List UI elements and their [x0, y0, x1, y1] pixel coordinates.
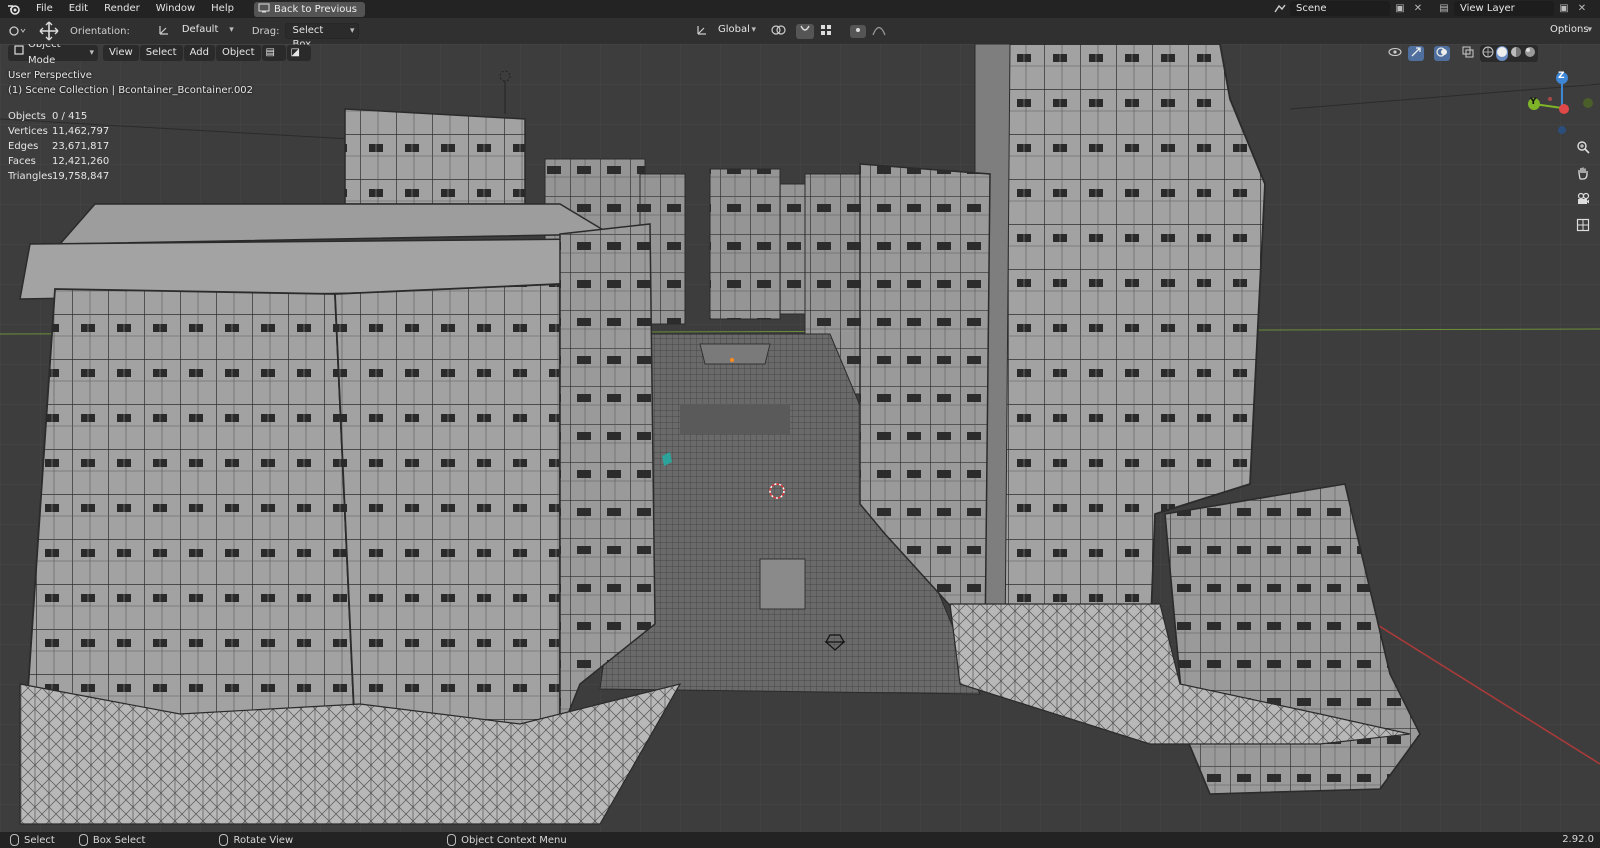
mouse-drag-icon — [78, 834, 88, 846]
view-layer-field[interactable]: View Layer — [1454, 1, 1554, 16]
proportional-menu-icon[interactable]: ◪ — [286, 45, 311, 61]
stat-row: Vertices 11,462,797 — [8, 126, 110, 137]
3d-viewport[interactable]: Object Mode View Select Add Object ▤ ◪ — [0, 44, 1600, 832]
viewport-menu-view[interactable]: View — [103, 45, 139, 61]
viewport-menu-add[interactable]: Add — [183, 45, 215, 61]
remove-view-layer-icon[interactable]: ✕ — [1574, 1, 1590, 16]
snap-toggle-icon[interactable] — [796, 24, 814, 39]
collection-label: (1) Scene Collection | Bcontainer_Bconta… — [8, 85, 254, 96]
blender-logo-icon[interactable] — [0, 0, 28, 18]
mouse-middle-icon — [219, 834, 229, 846]
pan-hand-icon[interactable] — [1572, 162, 1594, 184]
snap-target-icon[interactable] — [820, 24, 834, 39]
transform-space-value: Global — [712, 23, 760, 39]
menu-help[interactable]: Help — [203, 0, 242, 18]
status-rotate-view: Rotate View — [219, 834, 293, 846]
status-bar: Select Box Select Rotate View Object Con… — [0, 832, 1600, 848]
move-tool-icon[interactable] — [36, 21, 62, 41]
orientation-axes-icon — [158, 24, 170, 39]
view-layer-icon[interactable]: ▤ — [1436, 1, 1452, 16]
mouse-right-icon — [447, 834, 457, 846]
editor-type-icon[interactable] — [0, 25, 36, 37]
ortho-grid-icon[interactable] — [1572, 214, 1594, 236]
view-layer-selector: ▤ View Layer ▣ ✕ — [1436, 1, 1590, 16]
visibility-icon[interactable] — [1388, 46, 1402, 61]
overlay-toggle-icon[interactable] — [1434, 46, 1450, 61]
stat-row: Edges 23,671,817 — [8, 141, 110, 152]
scene-render — [0, 44, 1600, 832]
navigation-gizmo[interactable]: Z Y — [1520, 66, 1600, 146]
menu-render[interactable]: Render — [96, 0, 148, 18]
new-scene-icon[interactable]: ▣ — [1392, 1, 1408, 16]
viewport-shading-group — [1388, 45, 1538, 62]
zoom-icon[interactable] — [1572, 136, 1594, 158]
top-menu-bar: File Edit Render Window Help Back to Pre… — [0, 0, 1600, 18]
gizmo-z-label: Z — [1558, 71, 1565, 81]
mouse-left-icon — [10, 834, 19, 846]
scene-icon[interactable] — [1272, 1, 1288, 16]
object-mode-dropdown[interactable]: Object Mode — [8, 44, 98, 66]
status-select: Select — [10, 834, 55, 846]
status-box-select: Box Select — [78, 834, 145, 846]
drag-dropdown[interactable]: Select Box — [285, 23, 360, 50]
pivot-point-icon[interactable] — [770, 23, 790, 40]
perspective-label: User Perspective — [8, 70, 92, 81]
back-to-previous-label: Back to Previous — [273, 3, 357, 15]
xray-toggle-icon[interactable] — [1462, 46, 1474, 61]
stat-row: Triangles 19,758,847 — [8, 171, 110, 182]
remove-scene-icon[interactable]: ✕ — [1410, 1, 1426, 16]
scene-name-field[interactable]: Scene — [1290, 1, 1390, 16]
menu-window[interactable]: Window — [148, 0, 203, 18]
screen-icon — [258, 3, 270, 16]
status-context-menu: Object Context Menu — [447, 834, 567, 846]
drag-label: Drag: — [251, 25, 280, 37]
material-shading-icon[interactable] — [1510, 46, 1522, 61]
scene-selector: Scene ▣ ✕ — [1272, 1, 1426, 16]
solid-shading-icon[interactable] — [1496, 46, 1508, 61]
proportional-edit-icon[interactable] — [850, 25, 866, 38]
snap-menu-icon[interactable]: ▤ — [261, 45, 286, 61]
scene-statistics: Objects 0 / 415 Vertices 11,462,797 Edges 2… — [8, 109, 109, 184]
orientation-value: Default — [176, 23, 238, 39]
object-mode-label: Object Mode — [28, 44, 61, 66]
back-to-previous-button[interactable]: Back to Previous — [253, 1, 365, 17]
transform-axes-icon — [696, 24, 708, 39]
viewport-header: Object Mode View Select Add Object ▤ ◪ — [0, 44, 1600, 66]
gizmo-toggle-icon[interactable] — [1408, 46, 1424, 61]
stat-row: Faces 12,421,260 — [8, 156, 110, 167]
viewport-menu-object[interactable]: Object — [215, 45, 261, 61]
wireframe-shading-icon[interactable] — [1482, 46, 1494, 61]
options-dropdown[interactable]: Options — [1544, 23, 1596, 39]
transform-orientation-dropdown[interactable]: Global — [696, 23, 760, 39]
orientation-dropdown[interactable]: Default — [158, 23, 238, 39]
camera-view-icon[interactable] — [1572, 188, 1594, 210]
version-label: 2.92.0 — [1562, 834, 1594, 845]
falloff-icon[interactable] — [872, 24, 886, 39]
orientation-label: Orientation: — [70, 25, 130, 37]
shading-mode-buttons — [1480, 45, 1538, 62]
menu-edit[interactable]: Edit — [61, 0, 96, 18]
gizmo-y-label: Y — [1530, 97, 1537, 107]
rendered-shading-icon[interactable] — [1524, 46, 1536, 61]
viewport-menu-select[interactable]: Select — [139, 45, 183, 61]
stat-row: Objects 0 / 415 — [8, 111, 88, 122]
object-mode-icon — [14, 45, 24, 61]
pivot-snap-group — [770, 23, 886, 40]
tool-header: Orientation: Default Drag: Select Box Gl… — [0, 18, 1600, 50]
menu-file[interactable]: File — [28, 0, 61, 18]
new-view-layer-icon[interactable]: ▣ — [1556, 1, 1572, 16]
